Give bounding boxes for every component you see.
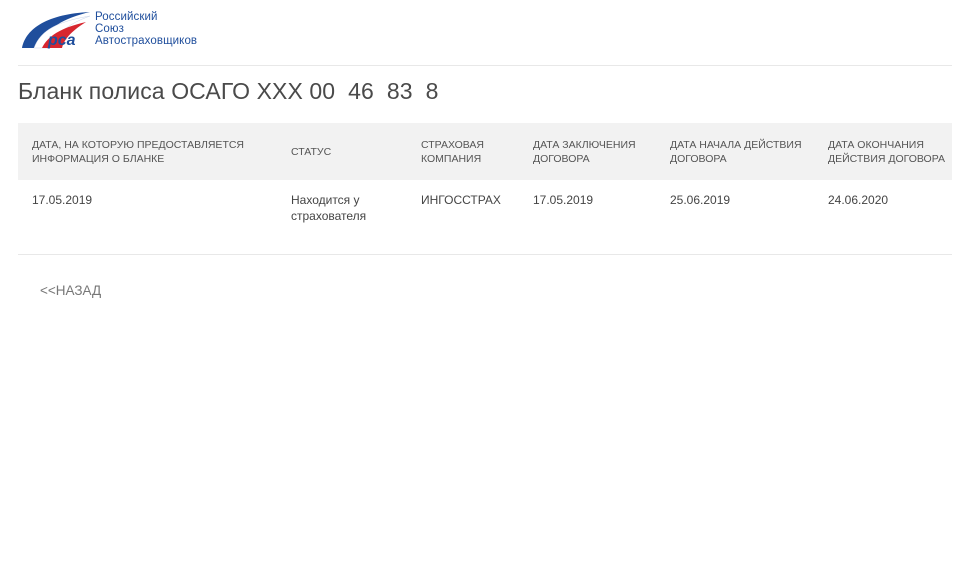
cell-status: Находится у страхователя bbox=[291, 193, 367, 223]
column-header-start-date: ДАТА НАЧАЛА ДЕЙСТВИЯ ДОГОВОРА bbox=[670, 138, 802, 165]
logo-line-1: Российский bbox=[95, 11, 158, 23]
logo-line-3: Автостраховщиков bbox=[95, 35, 198, 47]
cell-info-date: 17.05.2019 bbox=[32, 193, 93, 207]
header-divider bbox=[18, 65, 952, 66]
logo-line-2: Союз bbox=[95, 23, 124, 35]
blank-info-table: ДАТА, НА КОТОРУЮ ПРЕДОСТАВЛЯЕТСЯ ИНФОРМА… bbox=[18, 123, 952, 254]
page-title: Бланк полиса ОСАГО XXX 00 46 83 8 bbox=[18, 78, 439, 104]
cell-start-date: 25.06.2019 bbox=[670, 193, 731, 207]
logo-wordmark: Российский Союз Автостраховщиков bbox=[95, 11, 197, 47]
cell-insurer: ИНГОССТРАХ bbox=[421, 193, 501, 207]
table-row: 17.05.2019 Находится у страхователя ИНГО… bbox=[18, 180, 952, 254]
header: рса Российский Союз Автостраховщиков bbox=[0, 0, 960, 66]
table-divider bbox=[18, 254, 952, 255]
table-header-row: ДАТА, НА КОТОРУЮ ПРЕДОСТАВЛЯЕТСЯ ИНФОРМА… bbox=[18, 123, 952, 180]
cell-contract-date: 17.05.2019 bbox=[533, 193, 594, 207]
cell-end-date: 24.06.2020 bbox=[828, 193, 889, 207]
emblem-text: рса bbox=[47, 32, 76, 49]
column-header-insurer: СТРАХОВАЯ КОМПАНИЯ bbox=[421, 138, 485, 165]
column-header-contract-date: ДАТА ЗАКЛЮЧЕНИЯ ДОГОВОРА bbox=[533, 138, 636, 165]
column-header-status: СТАТУС bbox=[291, 145, 332, 158]
column-header-end-date: ДАТА ОКОНЧАНИЯ ДЕЙСТВИЯ ДОГОВОРА bbox=[828, 138, 946, 165]
rsa-logo[interactable]: рса Российский Союз Автостраховщиков bbox=[20, 10, 200, 52]
rsa-emblem-icon: рса bbox=[22, 12, 91, 49]
back-link[interactable]: <<НАЗАД bbox=[40, 283, 101, 298]
column-header-info-date: ДАТА, НА КОТОРУЮ ПРЕДОСТАВЛЯЕТСЯ ИНФОРМА… bbox=[32, 138, 245, 165]
